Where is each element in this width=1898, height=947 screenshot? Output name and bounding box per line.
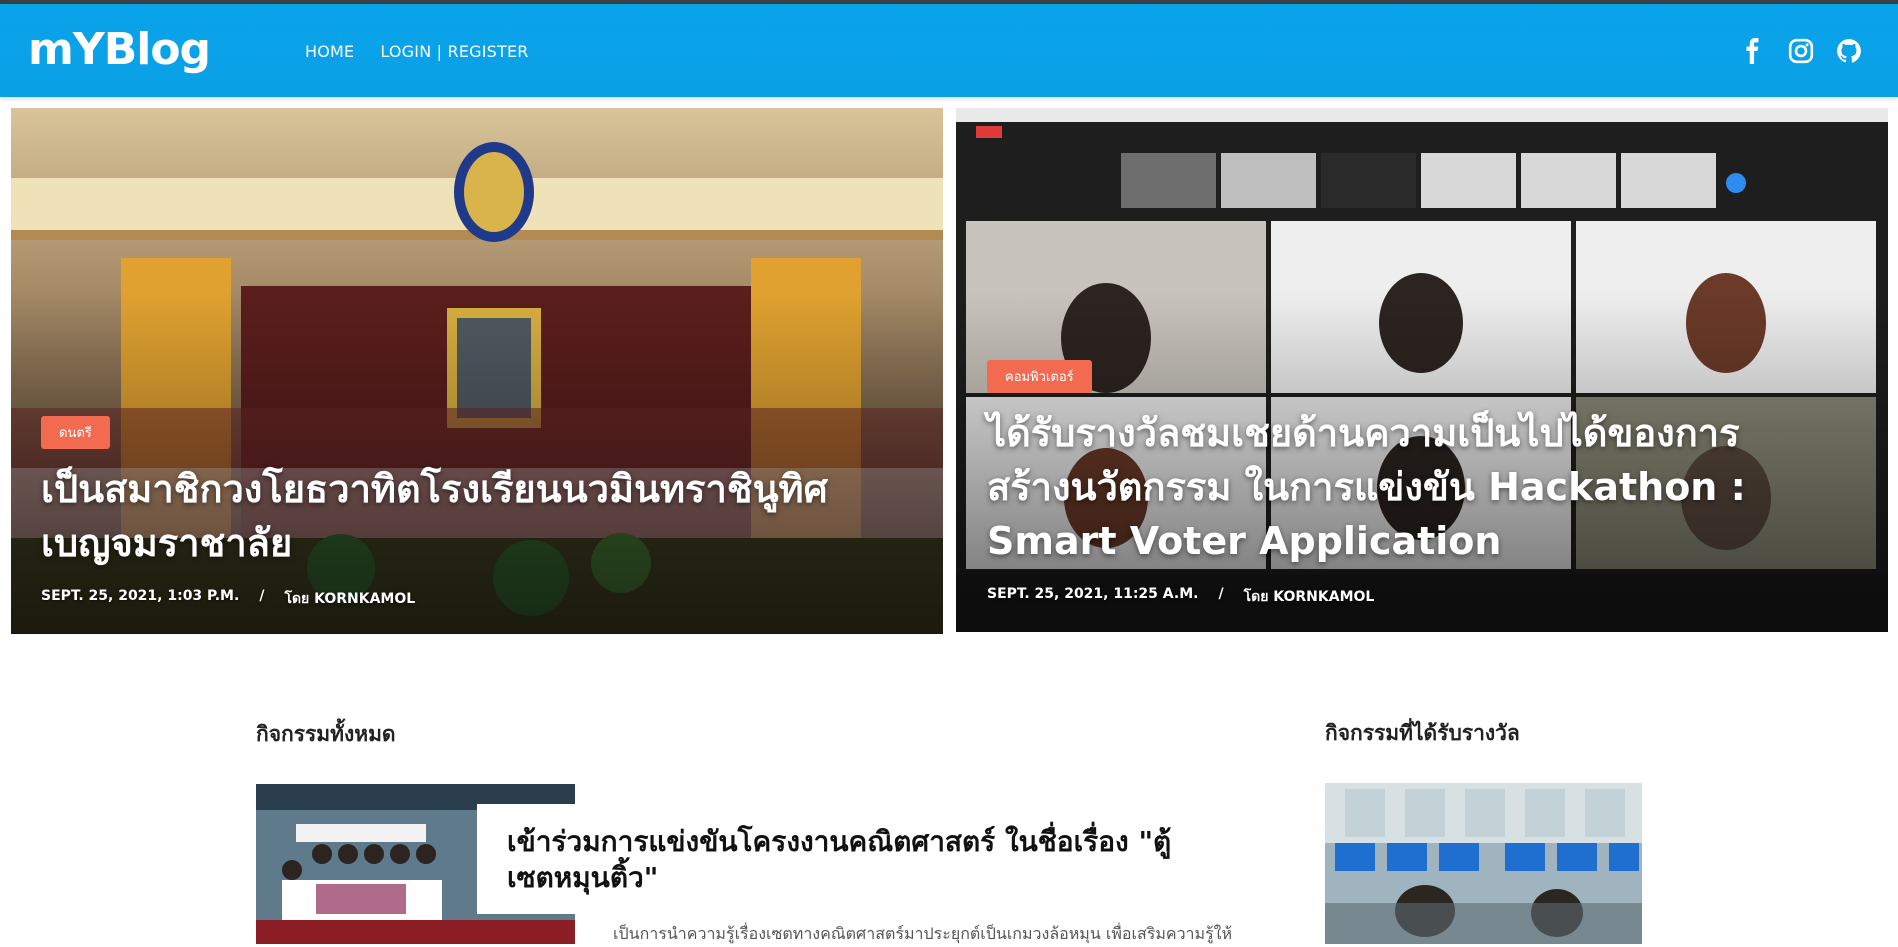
site-header: mYBlog HOME LOGIN | REGISTER xyxy=(0,4,1898,97)
featured-post-meta: SEPT. 25, 2021, 1:03 P.M. / โดย KORNKAMO… xyxy=(41,588,415,610)
post-date: SEPT. 25, 2021, 1:03 P.M. xyxy=(41,588,240,604)
category-badge[interactable]: ดนตรี xyxy=(41,416,110,449)
site-logo[interactable]: mYBlog xyxy=(28,24,211,75)
instagram-icon[interactable] xyxy=(1788,38,1814,64)
nav-home-link[interactable]: HOME xyxy=(305,42,354,61)
featured-post-title-line: เป็นสมาชิกวงโยธวาทิตโรงเรียนนวมินทราชินู… xyxy=(41,467,828,511)
awarded-post-thumbnail-image xyxy=(1325,783,1642,944)
main-nav: HOME LOGIN | REGISTER xyxy=(305,42,529,61)
section-title-all-activities: กิจกรรมทั้งหมด xyxy=(256,722,396,746)
social-links xyxy=(1740,38,1862,64)
section-title-awarded-activities: กิจกรรมที่ได้รับรางวัล xyxy=(1325,721,1520,745)
meta-separator: / xyxy=(1218,586,1224,602)
featured-post-title-line: สร้างนวัตกรรม ในการแข่งขัน Hackathon : xyxy=(987,465,1746,509)
github-icon[interactable] xyxy=(1836,38,1862,64)
post-title[interactable]: เข้าร่วมการแข่งขันโครงงานคณิตศาสตร์ ในชื… xyxy=(507,824,1247,896)
post-date: SEPT. 25, 2021, 11:25 A.M. xyxy=(987,586,1199,602)
post-card[interactable]: เข้าร่วมการแข่งขันโครงงานคณิตศาสตร์ ในชื… xyxy=(477,804,1277,914)
featured-post-card[interactable]: คอมพิวเตอร์ ได้รับรางวัลชมเชยด้านความเป็… xyxy=(956,108,1888,632)
featured-post-title-line: ได้รับรางวัลชมเชยด้านความเป็นไปได้ของการ xyxy=(987,411,1740,455)
facebook-icon[interactable] xyxy=(1740,38,1766,64)
featured-post-title-line: เบญจมราชาลัย xyxy=(41,521,293,565)
awarded-post-thumbnail[interactable] xyxy=(1325,783,1642,944)
featured-post-title[interactable]: ได้รับรางวัลชมเชยด้านความเป็นไปได้ของการ… xyxy=(987,406,1867,568)
post-excerpt: เป็นการนำความรู้เรื่องเซตทางคณิตศาสตร์มา… xyxy=(613,924,1233,943)
category-badge[interactable]: คอมพิวเตอร์ xyxy=(987,360,1092,393)
post-title-line: เซตหมุนติ้ว" xyxy=(507,861,659,894)
nav-login-register-link[interactable]: LOGIN | REGISTER xyxy=(380,42,528,61)
featured-post-card[interactable]: ดนตรี เป็นสมาชิกวงโยธวาทิตโรงเรียนนวมินท… xyxy=(11,108,943,634)
meta-separator: / xyxy=(259,588,265,604)
post-title-line: เข้าร่วมการแข่งขันโครงงานคณิตศาสตร์ ในชื… xyxy=(507,825,1172,858)
featured-post-title[interactable]: เป็นสมาชิกวงโยธวาทิตโรงเรียนนวมินทราชินู… xyxy=(41,462,921,570)
featured-post-meta: SEPT. 25, 2021, 11:25 A.M. / โดย KORNKAM… xyxy=(987,586,1374,608)
post-author[interactable]: โดย KORNKAMOL xyxy=(284,588,415,610)
featured-post-title-line: Smart Voter Application xyxy=(987,519,1502,563)
post-author[interactable]: โดย KORNKAMOL xyxy=(1244,586,1375,608)
